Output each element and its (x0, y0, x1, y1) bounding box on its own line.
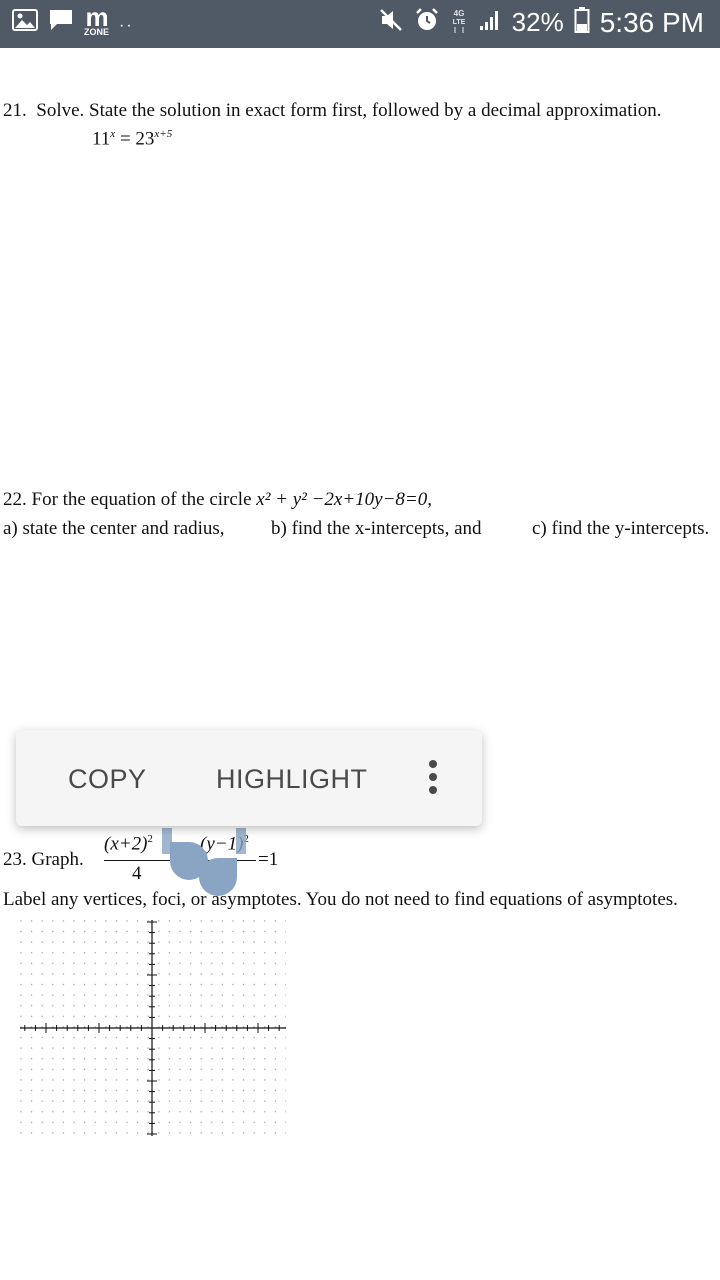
question-text: 22. For the equation of the circle (3, 489, 257, 510)
fraction-bar-left (104, 860, 170, 861)
message-icon (48, 8, 74, 37)
q23-numerator-left: (x+2)2 (104, 833, 153, 855)
q23-equals: =1 (258, 849, 279, 870)
highlight-button[interactable]: HIGHLIGHT (216, 764, 368, 795)
signal-icon (478, 8, 502, 37)
eq-rhs: = 23 (115, 128, 155, 150)
battery-percentage: 32% (511, 7, 564, 37)
q23-denominator-left: 4 (132, 863, 142, 884)
mzone-app-icon: m ZONE (84, 4, 110, 37)
question-21: 21. Solve. State the solution in exact f… (3, 100, 662, 122)
q22-part-c: c) find the y-intercepts. (532, 518, 710, 539)
question-22: 22. For the equation of the circle x² + … (3, 489, 432, 511)
image-icon (12, 9, 38, 36)
status-bar: m ZONE ·· 4G LTE 32% 5:36 PM (0, 0, 720, 48)
eq-exponent-rhs: x+5 (154, 128, 173, 140)
network-icon: 4G LTE (450, 6, 468, 39)
more-notifications-dots: ·· (119, 16, 134, 34)
circle-equation: x² + y² −2x+10y−8=0, (256, 489, 432, 510)
eq-base: 11 (92, 128, 111, 150)
copy-button[interactable]: COPY (68, 764, 147, 795)
alarm-icon (414, 7, 440, 38)
q23-label: 23. Graph. (3, 849, 84, 870)
more-options-icon[interactable] (426, 760, 440, 796)
selection-highlight (236, 828, 246, 854)
svg-text:4G: 4G (453, 9, 464, 18)
mute-icon (378, 7, 404, 38)
document-page[interactable]: 21. Solve. State the solution in exact f… (0, 48, 720, 1280)
numerator-text: (x+2) (104, 833, 148, 855)
mzone-zone-label: ZONE (84, 27, 110, 37)
text-selection-menu: COPY HIGHLIGHT (16, 730, 482, 826)
blank-coordinate-grid (20, 920, 286, 1136)
q21-equation: 11x = 23x+5 (92, 128, 172, 150)
question-text: Solve. State the solution in exact form … (36, 100, 662, 121)
q22-part-a: a) state the center and radius, (3, 518, 225, 539)
question-number: 21. (3, 100, 27, 121)
exponent: 2 (147, 833, 153, 845)
clock: 5:36 PM (599, 6, 704, 38)
q23-instruction: Label any vertices, foci, or asymptotes.… (3, 889, 678, 910)
svg-text:LTE: LTE (452, 19, 465, 26)
battery-icon (574, 6, 590, 39)
q22-part-b: b) find the x-intercepts, and (271, 518, 482, 539)
